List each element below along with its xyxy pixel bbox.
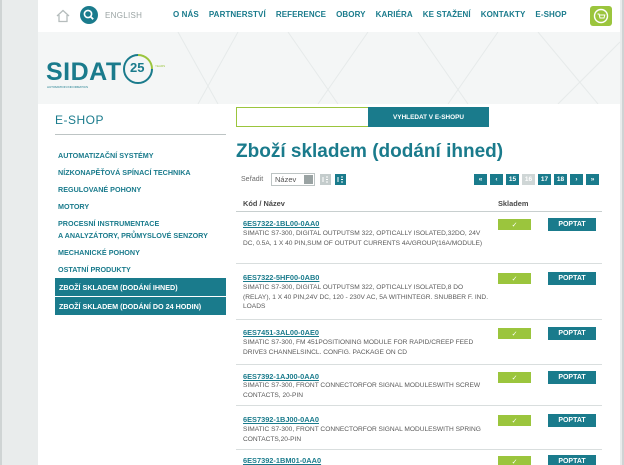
pager-next[interactable]: › [570,174,583,185]
sidebar-item-automation[interactable]: AUTOMATIZAČNÍ SYSTÉMY [55,147,226,164]
pager-last[interactable]: » [586,174,599,185]
product-code-link[interactable]: 6ES7392-1BJ00-0AA0 [243,415,319,424]
menu-item-reference[interactable]: REFERENCE [276,10,326,19]
cart-button[interactable] [590,6,612,26]
inquire-button[interactable]: POPTAT [548,371,596,384]
in-stock-badge: ✓ [498,273,531,284]
table-row: 6ES7392-1AJ00-0AA0 SIMATIC S7-300, FRONT… [236,365,602,406]
in-stock-badge: ✓ [498,372,531,383]
table-row: 6ES7392-1BM01-0AA0 ✓ POPTAT [236,450,602,465]
product-description: SIMATIC S7-300, FRONT CONNECTORFOR SIGNA… [243,426,481,443]
product-description: SIMATIC S7-300, DIGITAL OUTPUTSM 322, OP… [243,284,489,311]
pager-page[interactable]: 18 [554,174,567,185]
home-icon[interactable] [56,9,70,23]
sidebar-item-other[interactable]: OSTATNÍ PRODUKTY [55,261,226,278]
sidebar-item-label: MECHANICKÉ POHONY [58,248,140,257]
sidebar-item-label: PROCESNÍ INSTRUMENTACE [58,218,160,228]
logo-brand: SIDAT [46,58,122,86]
sidebar-item-label-line2: A ANALYZÁTORY, PRŮMYSLOVÉ SENZORY [58,230,208,240]
menu-item-contacts[interactable]: KONTAKTY [481,10,526,19]
menu-item-partnership[interactable]: PARTNERSTVÍ [209,10,266,19]
inquire-button[interactable]: POPTAT [548,218,596,231]
sidebar-item-mechanical[interactable]: MECHANICKÉ POHONY [55,244,226,261]
pager-page[interactable]: 17 [538,174,551,185]
product-description: SIMATIC S7-300, DIGITAL OUTPUTSM 322, OP… [243,230,483,247]
search-icon-button[interactable] [80,6,98,24]
sidebar-title: E-SHOP [55,113,105,127]
table-row: 6ES7451-3AL00-0AE0 SIMATIC S7-300, FM 45… [236,320,602,365]
sidebar-item-drives[interactable]: REGULOVANÉ POHONY [55,181,226,198]
sort-select-value: Název [275,175,297,184]
sort-select[interactable]: Název [271,173,315,186]
menu-item-fields[interactable]: OBORY [336,10,366,19]
sidebar-item-low-voltage[interactable]: NÍZKONAPĚŤOVÁ SPÍNACÍ TECHNIKA [55,164,226,181]
sidebar-item-label: AUTOMATIZAČNÍ SYSTÉMY [58,151,154,160]
pager-page[interactable]: 15 [506,174,519,185]
pagination: « ‹ 15 16 17 18 › » [474,174,602,185]
cart-icon [593,8,609,24]
sidebar-divider [55,134,226,135]
chevron-down-icon [304,175,313,184]
table-row: 6ES7322-1BL00-0AA0 SIMATIC S7-300, DIGIT… [236,212,602,264]
product-description: SIMATIC S7-300, FM 451POSITIONING MODULE… [243,339,474,356]
sidebar-item-in-stock-now[interactable]: ZBOŽÍ SKLADEM (DODÁNÍ IHNED) [55,278,226,297]
search-icon [83,9,94,20]
menu-item-eshop[interactable]: E-SHOP [535,10,566,19]
page-title: Zboží skladem (dodání ihned) [236,141,504,162]
logo[interactable]: SIDAT AUTOMATION INFORMATICS [46,58,122,89]
sidebar-item-label: ZBOŽÍ SKLADEM (DODÁNÍ IHNED) [59,282,178,292]
product-description: SIMATIC S7-300, FRONT CONNECTORFOR SIGNA… [243,382,481,399]
header-banner: SIDAT AUTOMATION INFORMATICS 25 YEARS [38,32,620,104]
pager-page-current: 16 [522,174,535,185]
main-menu: O NÁS PARTNERSTVÍ REFERENCE OBORY KARIÉR… [173,10,577,19]
pager-prev[interactable]: ‹ [490,174,503,185]
product-code-link[interactable]: 6ES7322-5HF00-0AB0 [243,273,319,282]
in-stock-badge: ✓ [498,415,531,426]
sidebar-item-motors[interactable]: MOTORY [55,198,226,215]
inquire-button[interactable]: POPTAT [548,414,596,427]
table-row: 6ES7392-1BJ00-0AA0 SIMATIC S7-300, FRONT… [236,406,602,450]
top-navigation: ENGLISH O NÁS PARTNERSTVÍ REFERENCE OBOR… [38,0,620,32]
pager-first[interactable]: « [474,174,487,185]
sidebar-item-label: REGULOVANÉ POHONY [58,185,142,194]
sort-ascending-icon[interactable] [320,174,331,185]
menu-item-career[interactable]: KARIÉRA [376,10,413,19]
sidebar-item-label: NÍZKONAPĚŤOVÁ SPÍNACÍ TECHNIKA [58,168,191,177]
sidebar-menu: AUTOMATIZAČNÍ SYSTÉMY NÍZKONAPĚŤOVÁ SPÍN… [55,147,226,316]
table-row: 6ES7322-5HF00-0AB0 SIMATIC S7-300, DIGIT… [236,264,602,320]
logo-years-number: 25 [130,60,145,75]
product-code-link[interactable]: 6ES7322-1BL00-0AA0 [243,219,319,228]
sidebar-item-in-stock-24h[interactable]: ZBOŽÍ SKLADEM (DODÁNÍ DO 24 HODIN) [55,297,226,316]
sort-label: Seřadit [241,176,264,183]
menu-item-downloads[interactable]: KE STAŽENÍ [423,10,471,19]
menu-item-about[interactable]: O NÁS [173,10,199,19]
eshop-search-button[interactable]: VYHLEDAT V E-SHOPU [368,107,489,127]
sidebar-item-instrumentation[interactable]: PROCESNÍ INSTRUMENTACE A ANALYZÁTORY, PR… [55,215,226,244]
inquire-button[interactable]: POPTAT [548,272,596,285]
product-code-link[interactable]: 6ES7451-3AL00-0AE0 [243,328,319,337]
in-stock-badge: ✓ [498,328,531,339]
inquire-button[interactable]: POPTAT [548,327,596,340]
inquire-button[interactable]: POPTAT [548,455,596,465]
sort-descending-icon[interactable] [335,174,346,185]
in-stock-badge: ✓ [498,456,531,465]
language-switch[interactable]: ENGLISH [105,11,142,20]
product-code-link[interactable]: 6ES7392-1AJ00-0AA0 [243,372,319,381]
sidebar-item-label: OSTATNÍ PRODUKTY [58,265,131,274]
product-code-link[interactable]: 6ES7392-1BM01-0AA0 [243,456,321,465]
sidebar-item-label: MOTORY [58,202,90,211]
sidebar-item-label: ZBOŽÍ SKLADEM (DODÁNÍ DO 24 HODIN) [59,301,202,311]
column-header-stock: Skladem [498,199,529,208]
column-header-code: Kód / Název [243,199,285,208]
logo-years-label: YEARS [155,64,166,68]
logo-tagline: AUTOMATION INFORMATICS [47,85,88,89]
in-stock-badge: ✓ [498,219,531,230]
